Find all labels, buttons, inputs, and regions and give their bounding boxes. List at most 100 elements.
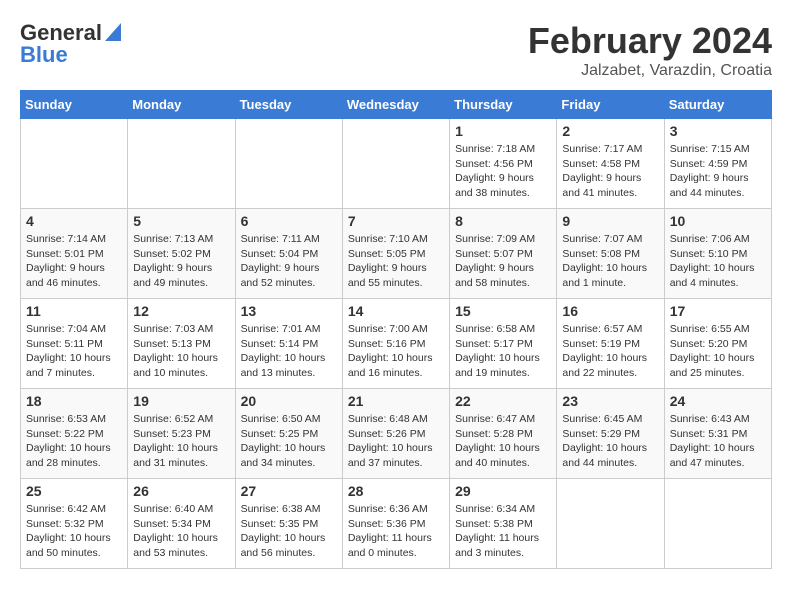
calendar-cell: 18 Sunrise: 6:53 AM Sunset: 5:22 PM Dayli… [21, 389, 128, 479]
day-info: Sunrise: 6:53 AM Sunset: 5:22 PM Dayligh… [26, 412, 122, 471]
calendar-cell: 4 Sunrise: 7:14 AM Sunset: 5:01 PM Daylig… [21, 209, 128, 299]
day-info: Sunrise: 6:50 AM Sunset: 5:25 PM Dayligh… [241, 412, 337, 471]
day-number: 25 [26, 483, 122, 499]
day-number: 7 [348, 213, 444, 229]
day-info: Sunrise: 7:06 AM Sunset: 5:10 PM Dayligh… [670, 232, 766, 291]
day-number: 18 [26, 393, 122, 409]
calendar-cell: 11 Sunrise: 7:04 AM Sunset: 5:11 PM Dayli… [21, 299, 128, 389]
day-number: 3 [670, 123, 766, 139]
calendar-cell: 6Sunrise: 7:11 AM Sunset: 5:04 PM Daylig… [235, 209, 342, 299]
day-number: 16 [562, 303, 658, 319]
logo-triangle [105, 23, 121, 46]
calendar-cell: 17 Sunrise: 6:55 AM Sunset: 5:20 PM Dayli… [664, 299, 771, 389]
day-number: 17 [670, 303, 766, 319]
day-info: Sunrise: 7:09 AM Sunset: 5:07 PM Dayligh… [455, 232, 551, 291]
day-number: 1 [455, 123, 551, 139]
weekday-header-monday: Monday [128, 91, 235, 119]
day-info: Sunrise: 7:00 AM Sunset: 5:16 PM Dayligh… [348, 322, 444, 381]
day-info: Sunrise: 6:55 AM Sunset: 5:20 PM Dayligh… [670, 322, 766, 381]
day-info: Sunrise: 7:17 AM Sunset: 4:58 PM Dayligh… [562, 142, 658, 201]
calendar-week-row: 4 Sunrise: 7:14 AM Sunset: 5:01 PM Daylig… [21, 209, 772, 299]
calendar-cell: 20 Sunrise: 6:50 AM Sunset: 5:25 PM Dayli… [235, 389, 342, 479]
day-number: 15 [455, 303, 551, 319]
calendar-cell: 29Sunrise: 6:34 AM Sunset: 5:38 PM Dayli… [450, 479, 557, 569]
day-info: Sunrise: 7:14 AM Sunset: 5:01 PM Dayligh… [26, 232, 122, 291]
location-title: Jalzabet, Varazdin, Croatia [528, 62, 772, 80]
weekday-header-friday: Friday [557, 91, 664, 119]
calendar-cell: 3 Sunrise: 7:15 AM Sunset: 4:59 PM Daylig… [664, 119, 771, 209]
calendar-cell: 27Sunrise: 6:38 AM Sunset: 5:35 PM Dayli… [235, 479, 342, 569]
logo-blue: Blue [20, 42, 68, 68]
day-number: 11 [26, 303, 122, 319]
calendar-cell: 8 Sunrise: 7:09 AM Sunset: 5:07 PM Daylig… [450, 209, 557, 299]
day-number: 23 [562, 393, 658, 409]
day-info: Sunrise: 6:52 AM Sunset: 5:23 PM Dayligh… [133, 412, 229, 471]
calendar-cell [235, 119, 342, 209]
calendar-cell: 28 Sunrise: 6:36 AM Sunset: 5:36 PM Dayli… [342, 479, 449, 569]
calendar-cell: 21Sunrise: 6:48 AM Sunset: 5:26 PM Dayli… [342, 389, 449, 479]
day-info: Sunrise: 7:07 AM Sunset: 5:08 PM Dayligh… [562, 232, 658, 291]
day-info: Sunrise: 6:36 AM Sunset: 5:36 PM Dayligh… [348, 502, 444, 561]
day-info: Sunrise: 7:10 AM Sunset: 5:05 PM Dayligh… [348, 232, 444, 291]
calendar-cell: 7 Sunrise: 7:10 AM Sunset: 5:05 PM Daylig… [342, 209, 449, 299]
calendar-cell [21, 119, 128, 209]
day-number: 4 [26, 213, 122, 229]
day-number: 10 [670, 213, 766, 229]
page-header: General Blue February 2024 Jalzabet, Var… [20, 20, 772, 80]
day-number: 13 [241, 303, 337, 319]
calendar-cell: 5Sunrise: 7:13 AM Sunset: 5:02 PM Daylig… [128, 209, 235, 299]
calendar-cell [557, 479, 664, 569]
weekday-header-thursday: Thursday [450, 91, 557, 119]
calendar-cell: 22 Sunrise: 6:47 AM Sunset: 5:28 PM Dayli… [450, 389, 557, 479]
calendar-cell: 12 Sunrise: 7:03 AM Sunset: 5:13 PM Dayli… [128, 299, 235, 389]
calendar-cell: 16 Sunrise: 6:57 AM Sunset: 5:19 PM Dayli… [557, 299, 664, 389]
day-number: 8 [455, 213, 551, 229]
day-number: 24 [670, 393, 766, 409]
day-number: 5 [133, 213, 229, 229]
calendar-week-row: 18 Sunrise: 6:53 AM Sunset: 5:22 PM Dayli… [21, 389, 772, 479]
calendar-cell: 26 Sunrise: 6:40 AM Sunset: 5:34 PM Dayli… [128, 479, 235, 569]
weekday-header-sunday: Sunday [21, 91, 128, 119]
calendar-cell: 24 Sunrise: 6:43 AM Sunset: 5:31 PM Dayli… [664, 389, 771, 479]
calendar-cell: 2 Sunrise: 7:17 AM Sunset: 4:58 PM Daylig… [557, 119, 664, 209]
calendar-cell [342, 119, 449, 209]
calendar-cell: 15Sunrise: 6:58 AM Sunset: 5:17 PM Dayli… [450, 299, 557, 389]
weekday-header-wednesday: Wednesday [342, 91, 449, 119]
day-info: Sunrise: 7:04 AM Sunset: 5:11 PM Dayligh… [26, 322, 122, 381]
day-info: Sunrise: 6:48 AM Sunset: 5:26 PM Dayligh… [348, 412, 444, 471]
calendar-cell: 25 Sunrise: 6:42 AM Sunset: 5:32 PM Dayli… [21, 479, 128, 569]
day-number: 22 [455, 393, 551, 409]
calendar-cell: 1 Sunrise: 7:18 AM Sunset: 4:56 PM Daylig… [450, 119, 557, 209]
day-info: Sunrise: 6:57 AM Sunset: 5:19 PM Dayligh… [562, 322, 658, 381]
calendar-week-row: 11 Sunrise: 7:04 AM Sunset: 5:11 PM Dayli… [21, 299, 772, 389]
calendar-cell: 10 Sunrise: 7:06 AM Sunset: 5:10 PM Dayli… [664, 209, 771, 299]
calendar-cell: 14 Sunrise: 7:00 AM Sunset: 5:16 PM Dayli… [342, 299, 449, 389]
day-info: Sunrise: 7:18 AM Sunset: 4:56 PM Dayligh… [455, 142, 551, 201]
day-number: 9 [562, 213, 658, 229]
weekday-header-saturday: Saturday [664, 91, 771, 119]
day-number: 20 [241, 393, 337, 409]
day-info: Sunrise: 7:03 AM Sunset: 5:13 PM Dayligh… [133, 322, 229, 381]
calendar-cell: 13 Sunrise: 7:01 AM Sunset: 5:14 PM Dayli… [235, 299, 342, 389]
calendar-table: SundayMondayTuesdayWednesdayThursdayFrid… [20, 90, 772, 569]
day-info: Sunrise: 6:40 AM Sunset: 5:34 PM Dayligh… [133, 502, 229, 561]
day-info: Sunrise: 6:38 AM Sunset: 5:35 PM Dayligh… [241, 502, 337, 561]
day-number: 29 [455, 483, 551, 499]
day-number: 2 [562, 123, 658, 139]
day-info: Sunrise: 7:01 AM Sunset: 5:14 PM Dayligh… [241, 322, 337, 381]
calendar-cell [664, 479, 771, 569]
day-info: Sunrise: 7:15 AM Sunset: 4:59 PM Dayligh… [670, 142, 766, 201]
day-info: Sunrise: 6:42 AM Sunset: 5:32 PM Dayligh… [26, 502, 122, 561]
weekday-header-tuesday: Tuesday [235, 91, 342, 119]
calendar-cell: 19Sunrise: 6:52 AM Sunset: 5:23 PM Dayli… [128, 389, 235, 479]
day-number: 28 [348, 483, 444, 499]
calendar-week-row: 25 Sunrise: 6:42 AM Sunset: 5:32 PM Dayli… [21, 479, 772, 569]
day-number: 26 [133, 483, 229, 499]
day-number: 14 [348, 303, 444, 319]
day-info: Sunrise: 6:47 AM Sunset: 5:28 PM Dayligh… [455, 412, 551, 471]
day-number: 12 [133, 303, 229, 319]
calendar-cell [128, 119, 235, 209]
day-info: Sunrise: 6:45 AM Sunset: 5:29 PM Dayligh… [562, 412, 658, 471]
day-info: Sunrise: 6:43 AM Sunset: 5:31 PM Dayligh… [670, 412, 766, 471]
calendar-week-row: 1 Sunrise: 7:18 AM Sunset: 4:56 PM Daylig… [21, 119, 772, 209]
